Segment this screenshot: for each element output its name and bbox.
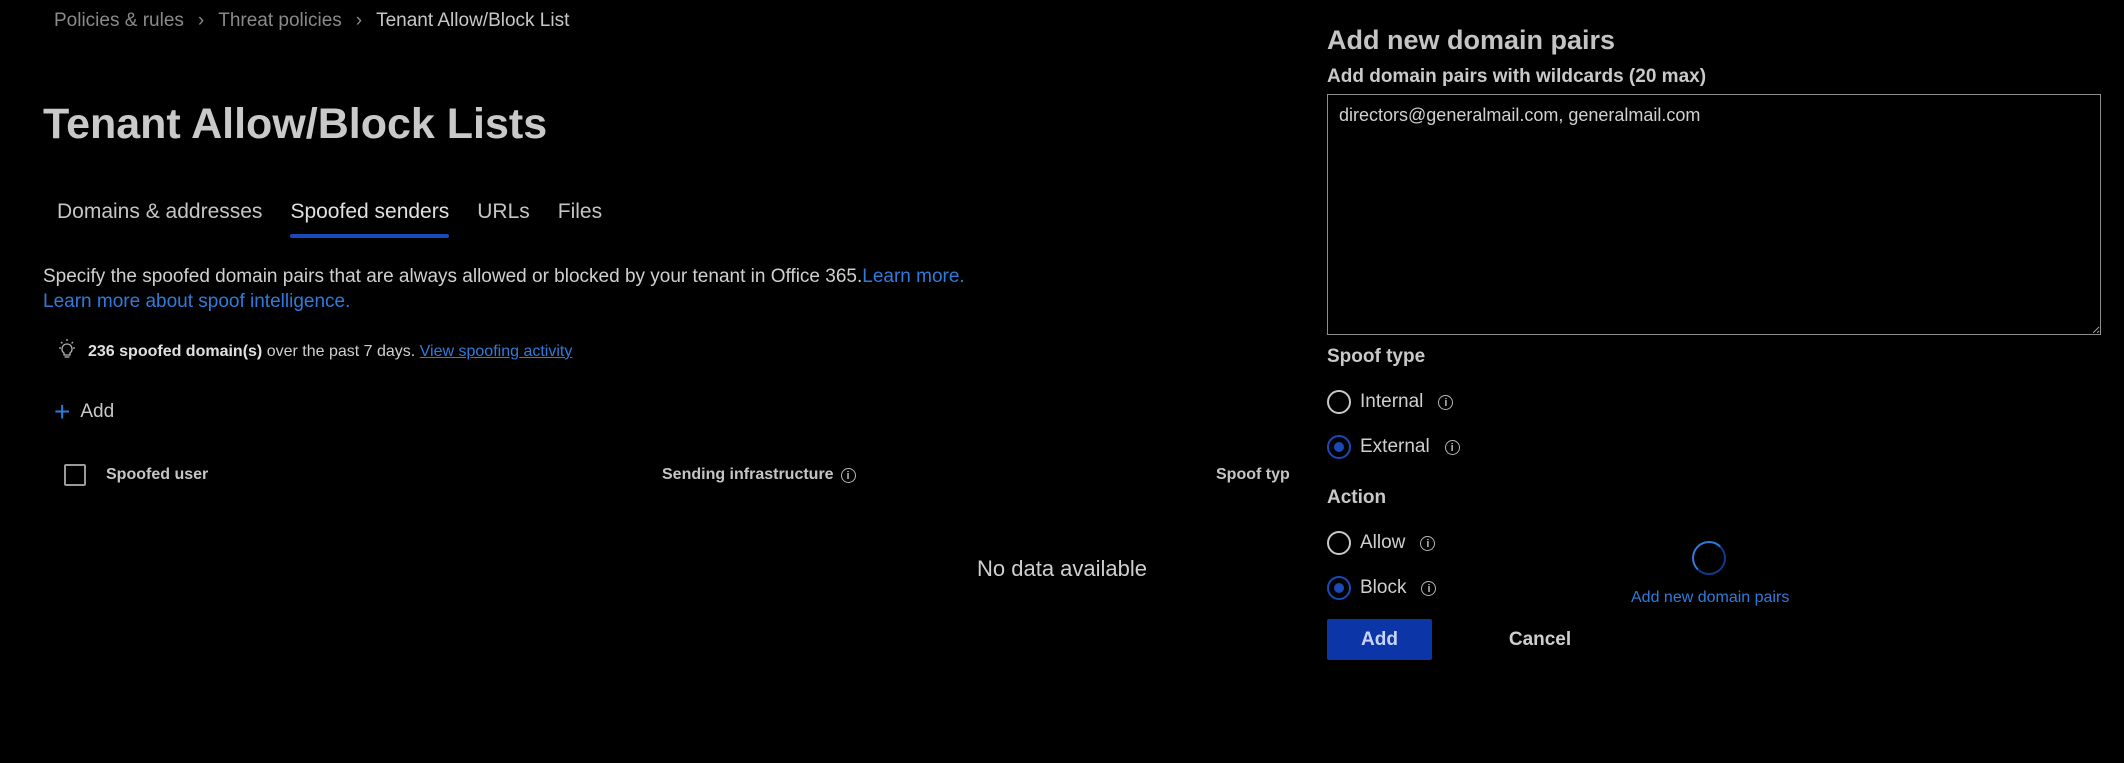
info-icon[interactable]: i: [1438, 394, 1454, 410]
domain-pairs-input[interactable]: [1327, 94, 2101, 335]
tab-bar: Domains & addresses Spoofed senders URLs…: [43, 200, 616, 238]
column-spoofed-user[interactable]: Spoofed user: [106, 466, 208, 484]
empty-state-text: No data available: [977, 556, 1148, 581]
tab-urls[interactable]: URLs: [463, 200, 544, 238]
radio-block[interactable]: Block i: [1327, 576, 1437, 600]
loading-spinner-icon: [1692, 541, 1726, 575]
breadcrumb: Policies & rules › Threat policies › Ten…: [54, 10, 569, 32]
view-spoofing-activity-link[interactable]: View spoofing activity: [420, 343, 573, 360]
radio-label: Internal: [1360, 391, 1424, 412]
column-label: Spoofed user: [106, 466, 209, 483]
column-sending-infrastructure[interactable]: Sending infrastructure i: [662, 466, 856, 484]
info-icon[interactable]: i: [840, 467, 856, 483]
action-label: Action: [1327, 487, 1387, 508]
column-spoof-type[interactable]: Spoof typ: [1216, 466, 1290, 484]
radio-button[interactable]: [1327, 531, 1351, 555]
tab-files[interactable]: Files: [544, 200, 616, 238]
loading-text: Add new domain pairs: [1631, 589, 1790, 606]
page-title: Tenant Allow/Block Lists: [43, 100, 548, 148]
radio-button[interactable]: [1327, 390, 1351, 414]
lightbulb-icon: [56, 338, 78, 365]
insight-text: over the past 7 days.: [262, 342, 420, 360]
radio-label: Block: [1360, 577, 1407, 598]
breadcrumb-current: Tenant Allow/Block List: [376, 10, 570, 31]
description-text: Specify the spoofed domain pairs that ar…: [43, 266, 863, 287]
column-label: Sending infrastructure: [662, 466, 834, 483]
radio-button[interactable]: [1327, 576, 1351, 600]
breadcrumb-policies-rules[interactable]: Policies & rules: [54, 10, 184, 32]
tab-domains-addresses[interactable]: Domains & addresses: [43, 200, 276, 238]
radio-label: Allow: [1360, 532, 1406, 553]
radio-internal[interactable]: Internal i: [1327, 390, 1454, 414]
column-label: Spoof typ: [1216, 466, 1290, 483]
add-button[interactable]: + Add: [54, 396, 115, 427]
panel-cancel-button[interactable]: Cancel: [1485, 619, 1595, 660]
add-domain-pairs-panel: Add new domain pairs Add domain pairs wi…: [1300, 0, 2124, 763]
radio-allow[interactable]: Allow i: [1327, 531, 1436, 555]
spoofed-count: 236 spoofed domain(s): [88, 342, 263, 360]
info-icon[interactable]: i: [1444, 439, 1460, 455]
panel-add-button[interactable]: Add: [1327, 619, 1432, 660]
add-button-label: Add: [80, 401, 115, 422]
info-icon[interactable]: i: [1421, 580, 1437, 596]
radio-label: External: [1360, 436, 1430, 457]
panel-title: Add new domain pairs: [1327, 25, 1616, 55]
plus-icon: +: [54, 396, 71, 427]
chevron-right-icon: ›: [355, 10, 363, 31]
domain-pairs-label: Add domain pairs with wildcards (20 max): [1327, 66, 1707, 87]
spoof-insight: 236 spoofed domain(s) over the past 7 da…: [56, 338, 572, 365]
table-header: Spoofed user Sending infrastructure i Spo…: [64, 464, 1290, 488]
breadcrumb-threat-policies[interactable]: Threat policies: [218, 10, 342, 32]
radio-external[interactable]: External i: [1327, 435, 1460, 459]
radio-button[interactable]: [1327, 435, 1351, 459]
info-icon[interactable]: i: [1420, 535, 1436, 551]
spoof-type-label: Spoof type: [1327, 346, 1426, 367]
select-all-checkbox[interactable]: [64, 464, 86, 486]
learn-more-link[interactable]: Learn more.: [862, 266, 964, 287]
tab-spoofed-senders[interactable]: Spoofed senders: [276, 200, 463, 238]
spoof-intelligence-link[interactable]: Learn more about spoof intelligence.: [43, 291, 350, 312]
chevron-right-icon: ›: [197, 10, 205, 31]
page-description: Specify the spoofed domain pairs that ar…: [43, 264, 965, 314]
